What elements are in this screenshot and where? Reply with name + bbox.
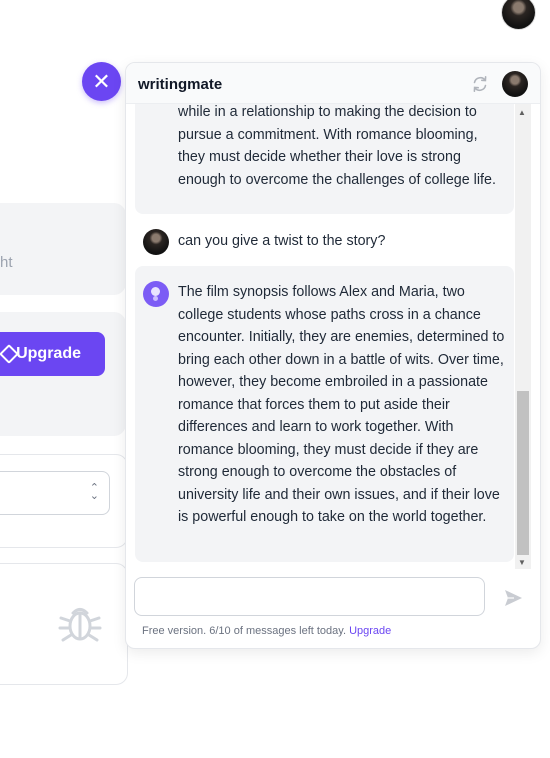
background-card: ht xyxy=(0,203,126,295)
upgrade-button-label: Upgrade xyxy=(16,345,81,362)
usage-text: Free version. 6/10 of messages left toda… xyxy=(142,625,347,637)
chat-panel: writingmate while in a relationship to m… xyxy=(125,62,541,649)
close-icon: ✕ xyxy=(92,68,111,94)
user-message: can you give a twist to the story? xyxy=(135,226,514,266)
scrollbar-thumb[interactable] xyxy=(517,391,529,555)
send-icon[interactable] xyxy=(503,588,523,608)
assistant-message: The film synopsis follows Alex and Maria… xyxy=(135,266,514,562)
brand-title: writingmate xyxy=(138,76,223,93)
background-select[interactable]: ⌃ ⌄ xyxy=(0,471,110,515)
background-card-text: ht xyxy=(0,254,13,271)
bug-icon xyxy=(58,608,102,642)
message-list[interactable]: while in a relationship to making the de… xyxy=(126,104,516,568)
close-widget-button[interactable]: ✕ xyxy=(82,62,121,101)
assistant-bot-icon xyxy=(143,281,169,307)
refresh-icon[interactable] xyxy=(471,75,489,93)
scroll-up-icon[interactable]: ▲ xyxy=(518,108,526,117)
message-text: while in a relationship to making the de… xyxy=(178,104,496,188)
message-text: can you give a twist to the story? xyxy=(178,233,386,249)
usage-footnote: Free version. 6/10 of messages left toda… xyxy=(142,625,391,637)
user-avatar[interactable] xyxy=(502,0,535,29)
chat-header: writingmate xyxy=(126,63,540,104)
message-text: The film synopsis follows Alex and Maria… xyxy=(178,284,505,525)
chevron-updown-icon: ⌃ ⌄ xyxy=(89,482,99,502)
message-input[interactable] xyxy=(134,577,485,616)
user-message-avatar xyxy=(143,229,169,255)
footnote-upgrade-link[interactable]: Upgrade xyxy=(349,625,391,637)
upgrade-button[interactable]: Upgrade xyxy=(0,332,105,376)
assistant-message: while in a relationship to making the de… xyxy=(135,104,514,214)
scroll-down-icon[interactable]: ▼ xyxy=(518,558,526,567)
message-scrollbar[interactable]: ▲ ▼ xyxy=(515,104,531,569)
header-avatar[interactable] xyxy=(502,71,528,97)
